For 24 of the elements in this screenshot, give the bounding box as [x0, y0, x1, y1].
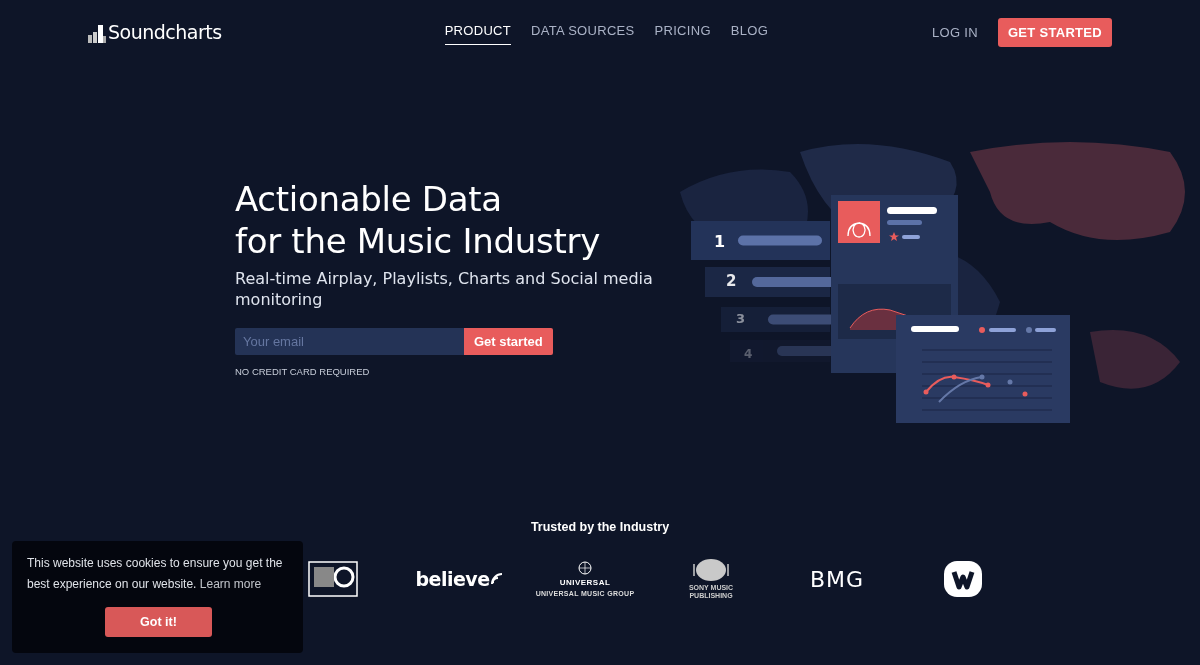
- globe-icon: [578, 561, 592, 575]
- login-link[interactable]: LOG IN: [932, 24, 978, 40]
- bars-logo-icon: [88, 25, 106, 43]
- logo-text: believe: [415, 568, 490, 590]
- wave-icon: [490, 573, 503, 585]
- rank-number: 1: [714, 232, 726, 251]
- got-it-button[interactable]: Got it!: [105, 607, 212, 637]
- cookie-message: This website uses cookies to ensure you get the best experience on our website. Learn more: [27, 555, 284, 593]
- trusted-heading: Trusted by the Industry: [530, 520, 670, 534]
- nav-link[interactable]: PRODUCT: [444, 19, 511, 45]
- learn-more-link[interactable]: Learn more: [199, 577, 262, 591]
- rank-number: 4: [744, 347, 753, 361]
- hero-heading: Actionable Data for the Music Industry: [235, 178, 601, 262]
- logo-text: BMG: [809, 566, 865, 592]
- nav-link[interactable]: DATA SOURCES: [531, 19, 635, 45]
- logo-text: UNIVERSAL: [559, 578, 611, 587]
- email-field[interactable]: Your email: [235, 328, 464, 355]
- nav-link[interactable]: BLOG: [730, 19, 769, 45]
- rank-number: 3: [736, 311, 746, 326]
- rank-number: 2: [726, 272, 737, 290]
- brand-name[interactable]: Soundcharts: [108, 21, 222, 43]
- no-credit-card-note: NO CREDIT CARD REQUIRED: [235, 366, 371, 377]
- nav-link[interactable]: PRICING: [654, 19, 711, 45]
- hero-subtitle: Real-time Airplay, Playlists, Charts and Social media monitoring: [235, 268, 654, 310]
